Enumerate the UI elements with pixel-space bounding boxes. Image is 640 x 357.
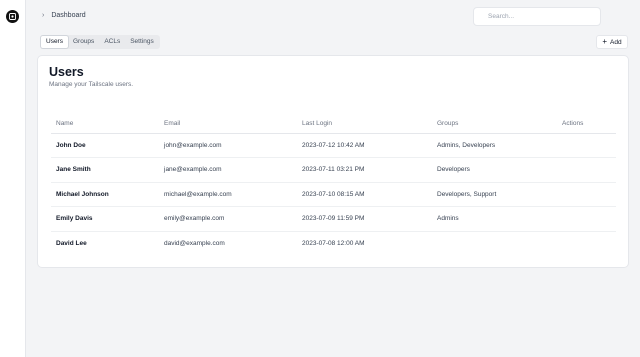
user-last-login: 2023-07-11 03:21 PM	[297, 157, 432, 183]
main-area: › Dashboard Users Groups ACLs Settings +…	[26, 0, 640, 357]
breadcrumb-dashboard[interactable]: Dashboard	[51, 12, 85, 19]
table-row[interactable]: Michael Johnson michael@example.com 2023…	[51, 182, 616, 207]
user-groups: Admins, Developers	[432, 133, 557, 158]
user-groups: Admins	[432, 206, 557, 232]
add-button[interactable]: + Add	[596, 35, 628, 49]
user-name: Jane Smith	[51, 157, 159, 183]
user-email: emily@example.com	[159, 206, 297, 232]
user-email: john@example.com	[159, 133, 297, 158]
user-actions[interactable]	[557, 133, 616, 158]
search-input[interactable]	[473, 7, 601, 26]
tailscale-logo-icon[interactable]	[6, 10, 19, 23]
sidebar	[0, 0, 26, 357]
users-table: Name Email Last Login Groups Actions Joh…	[51, 115, 616, 256]
user-email: david@example.com	[164, 240, 225, 247]
column-header-name[interactable]: Name	[51, 115, 159, 134]
users-card: Users Manage your Tailscale users. Name …	[37, 55, 629, 268]
user-last-login: 2023-07-08 12:00 AM	[302, 240, 365, 247]
user-name: Emily Davis	[51, 206, 159, 232]
table-row[interactable]: Emily Davis emily@example.com 2023-07-09…	[51, 206, 616, 232]
table-header-row: Name Email Last Login Groups Actions	[51, 115, 616, 134]
column-header-actions: Actions	[557, 115, 616, 134]
add-button-label: Add	[610, 38, 622, 46]
user-email: michael@example.com	[159, 182, 297, 207]
logo-glyph-icon	[9, 13, 16, 20]
table-row[interactable]: David Lee david@example.com 2023-07-08 1…	[51, 231, 616, 256]
user-actions[interactable]	[557, 157, 616, 183]
user-last-login: 2023-07-12 10:42 AM	[297, 133, 432, 158]
table-row[interactable]: Jane Smith jane@example.com 2023-07-11 0…	[51, 157, 616, 183]
user-name: Michael Johnson	[51, 182, 159, 207]
tab-bar: Users Groups ACLs Settings	[40, 35, 160, 49]
user-last-login: 2023-07-10 08:15 AM	[297, 182, 432, 207]
tab-users[interactable]: Users	[41, 36, 68, 48]
user-actions[interactable]	[557, 231, 616, 256]
user-groups: Developers	[432, 157, 557, 183]
column-header-email[interactable]: Email	[159, 115, 297, 134]
user-actions[interactable]	[557, 182, 616, 207]
user-email: jane@example.com	[159, 157, 297, 183]
table-row[interactable]: John Doe john@example.com 2023-07-12 10:…	[51, 133, 616, 158]
tab-acls[interactable]: ACLs	[99, 36, 125, 48]
page-subtitle: Manage your Tailscale users.	[49, 81, 134, 88]
user-groups: Developers, Support	[432, 182, 557, 207]
tab-settings[interactable]: Settings	[125, 36, 159, 48]
breadcrumb: › Dashboard	[42, 12, 86, 19]
user-last-login: 2023-07-09 11:59 PM	[297, 206, 432, 232]
plus-icon: +	[602, 37, 608, 46]
user-actions[interactable]	[557, 206, 616, 232]
user-groups	[432, 231, 557, 256]
chevron-right-icon[interactable]: ›	[42, 12, 44, 19]
top-bar: › Dashboard	[26, 0, 640, 34]
page-title: Users	[49, 65, 84, 79]
user-name: John Doe	[51, 133, 159, 158]
user-name: David Lee	[56, 240, 87, 247]
column-header-groups[interactable]: Groups	[432, 115, 557, 134]
tab-groups[interactable]: Groups	[68, 36, 99, 48]
column-header-last-login[interactable]: Last Login	[297, 115, 432, 134]
